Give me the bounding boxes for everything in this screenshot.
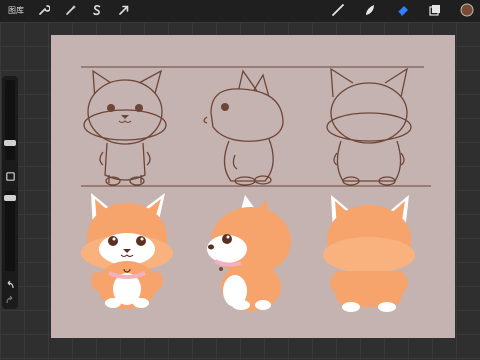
sketch-back-view (326, 67, 412, 186)
undo-icon[interactable] (5, 280, 15, 290)
brush-icon[interactable] (331, 3, 345, 17)
brush-sidebar (2, 76, 18, 309)
drawing-canvas[interactable] (51, 35, 455, 338)
magic-wand-icon[interactable] (64, 3, 78, 17)
opacity-slider[interactable] (4, 191, 16, 271)
sketch-side-view (203, 69, 284, 186)
layers-icon[interactable] (428, 3, 442, 17)
selection-s-icon[interactable] (90, 3, 104, 17)
redo-icon[interactable] (5, 295, 15, 305)
color-swatch[interactable] (460, 3, 474, 17)
opacity-thumb[interactable] (4, 195, 16, 201)
colored-back-view (323, 195, 415, 312)
square-icon[interactable] (5, 171, 15, 181)
brush-size-thumb[interactable] (4, 140, 16, 146)
smudge-icon[interactable] (363, 3, 377, 17)
top-toolbar: 图库 (0, 0, 480, 22)
character-sheet-artwork (81, 66, 431, 312)
colored-side-view (207, 195, 291, 311)
transform-arrow-icon[interactable] (117, 3, 131, 17)
eraser-icon[interactable] (396, 3, 410, 17)
wrench-icon[interactable] (37, 3, 51, 17)
gallery-button[interactable]: 图库 (8, 5, 24, 16)
brush-size-slider[interactable] (4, 80, 16, 160)
sketch-front-view (83, 69, 167, 186)
colored-front-view (81, 193, 173, 309)
